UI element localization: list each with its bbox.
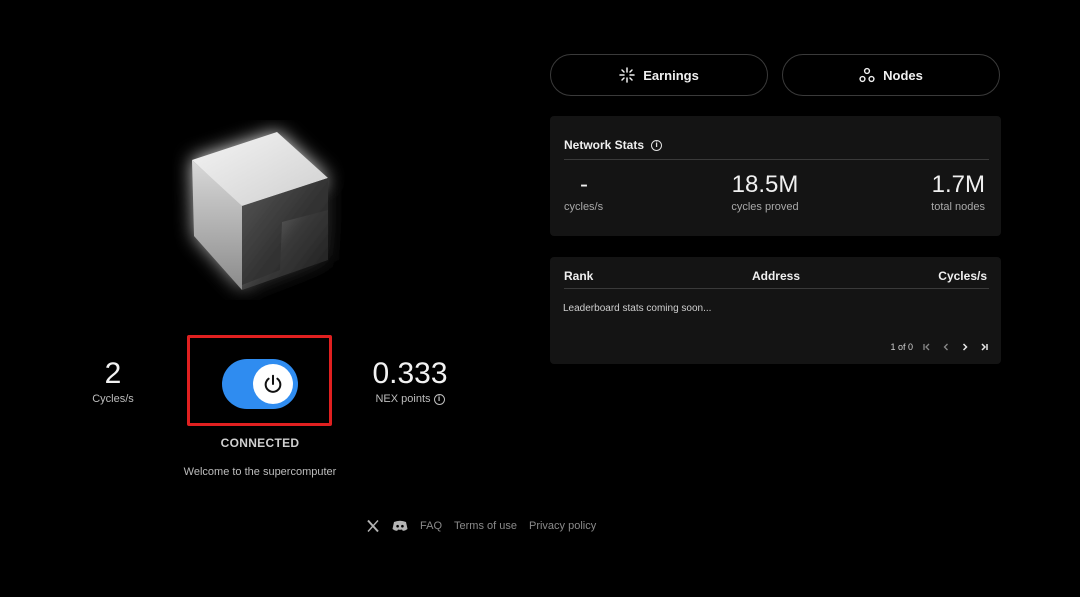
- points-label: NEX points: [375, 393, 431, 405]
- network-stat-value: 1.7M: [931, 171, 985, 198]
- network-stats-header: Network Stats i: [564, 138, 663, 152]
- page-indicator: 1 of 0: [890, 342, 913, 352]
- discord-icon[interactable]: [392, 520, 408, 532]
- points-label-row: NEX points i: [362, 392, 458, 406]
- leaderboard-empty-message: Leaderboard stats coming soon...: [563, 303, 712, 314]
- network-stat-proved: 18.5M cycles proved: [710, 170, 820, 214]
- network-stat-label: cycles/s: [564, 201, 604, 213]
- network-stat-value: -: [580, 171, 588, 198]
- chevron-right-icon: [962, 343, 968, 351]
- info-icon[interactable]: i: [433, 393, 445, 405]
- nodes-icon: [859, 67, 875, 83]
- connect-toggle[interactable]: [222, 359, 298, 409]
- network-stat-nodes: 1.7M total nodes: [875, 170, 985, 214]
- footer: FAQ Terms of use Privacy policy: [366, 517, 596, 535]
- first-page-icon: [923, 343, 930, 351]
- network-stat-label: total nodes: [931, 201, 985, 213]
- network-stats-card: Network Stats i - cycles/s 18.5M cycles …: [550, 116, 1001, 236]
- power-icon: [264, 374, 282, 393]
- cube-icon: [192, 132, 328, 290]
- sparkle-icon: [619, 67, 635, 83]
- column-header-address: Address: [751, 269, 801, 283]
- cycles-stat: 2 Cycles/s: [78, 356, 148, 406]
- faq-link[interactable]: FAQ: [420, 520, 442, 532]
- privacy-link[interactable]: Privacy policy: [529, 520, 596, 532]
- column-header-cycles: Cycles/s: [938, 269, 987, 283]
- prev-page-button[interactable]: [941, 342, 951, 352]
- next-page-button[interactable]: [960, 342, 970, 352]
- chevron-left-icon: [943, 343, 948, 351]
- network-stat-cycles: - cycles/s: [564, 170, 644, 214]
- pagination: 1 of 0: [890, 342, 989, 352]
- tab-earnings-label: Earnings: [643, 67, 699, 83]
- x-icon[interactable]: [366, 519, 380, 533]
- network-stat-value: 18.5M: [731, 171, 799, 198]
- points-value: 0.333: [372, 357, 448, 390]
- last-page-icon: [981, 343, 988, 351]
- network-stats-title: Network Stats: [564, 138, 645, 152]
- last-page-button[interactable]: [979, 342, 989, 352]
- welcome-message: Welcome to the supercomputer: [183, 466, 337, 478]
- first-page-button[interactable]: [922, 342, 932, 352]
- divider: [564, 288, 989, 289]
- divider: [564, 159, 989, 160]
- points-stat: 0.333 NEX points i: [362, 356, 458, 406]
- cycles-value: 2: [104, 357, 122, 390]
- tab-nodes-label: Nodes: [883, 67, 923, 83]
- network-stat-label: cycles proved: [731, 201, 799, 213]
- cycles-label: Cycles/s: [92, 393, 134, 405]
- leaderboard-card: Rank Address Cycles/s Leaderboard stats …: [550, 257, 1001, 364]
- cube-graphic: [172, 120, 352, 300]
- terms-link[interactable]: Terms of use: [454, 520, 517, 532]
- tab-nodes[interactable]: Nodes: [782, 54, 1000, 96]
- tab-earnings[interactable]: Earnings: [550, 54, 768, 96]
- connection-status: CONNECTED: [220, 436, 300, 450]
- column-header-rank: Rank: [564, 269, 594, 283]
- info-icon[interactable]: i: [651, 139, 663, 151]
- page: 2 Cycles/s 0.333 NEX points i CONNECTED W…: [0, 0, 1080, 597]
- toggle-knob: [253, 364, 293, 404]
